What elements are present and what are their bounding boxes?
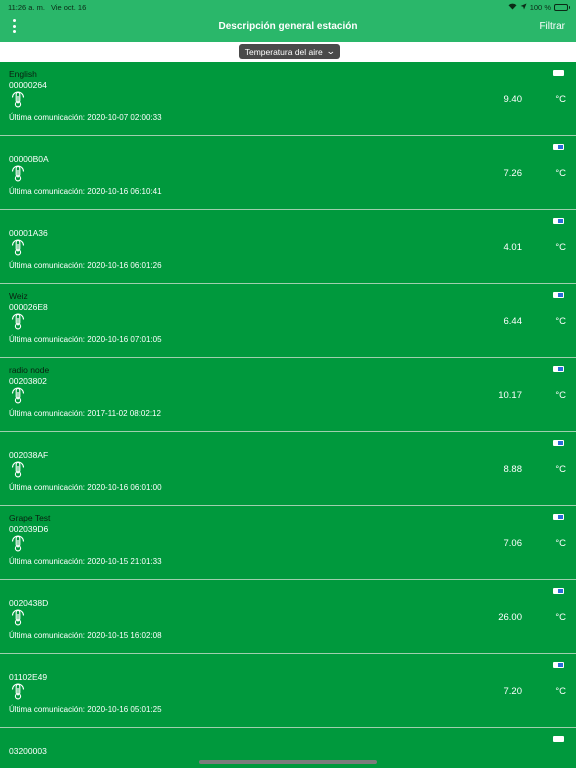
temperature-unit: °C xyxy=(555,168,566,179)
station-card[interactable]: Weiz 000026E8 Última comunicación: 2020-10… xyxy=(0,284,576,358)
battery-icon xyxy=(553,588,564,594)
temperature-unit: °C xyxy=(555,316,566,327)
battery-icon xyxy=(553,514,564,520)
temperature-sensor-icon xyxy=(10,681,26,700)
station-card[interactable]: Grape Test 002039D6 Última comunicación: 2… xyxy=(0,506,576,580)
temperature-value: 6.44 xyxy=(503,316,523,327)
temperature-unit: °C xyxy=(555,686,566,697)
last-communication: Última comunicación: 2020-10-07 02:00:33 xyxy=(9,113,162,122)
filter-button[interactable]: Filtrar xyxy=(539,21,565,32)
battery-icon xyxy=(553,662,564,668)
station-card[interactable]: 00001A36 Última comunicación: 2020-10-16 … xyxy=(0,210,576,284)
temperature-value: 7.20 xyxy=(503,686,523,697)
last-communication: Última comunicación: 2020-10-16 06:01:00 xyxy=(9,483,162,492)
temperature-value: 10.17 xyxy=(498,390,522,401)
navigation-bar: Descripción general estación Filtrar xyxy=(0,14,576,42)
status-time: 11:26 a. m. xyxy=(8,2,45,12)
sensor-type-dropdown[interactable]: Temperatura del aire ⌄ xyxy=(239,44,340,59)
home-indicator[interactable] xyxy=(199,760,377,764)
sensor-type-label: Temperatura del aire xyxy=(244,46,323,57)
temperature-value: 7.06 xyxy=(503,538,523,549)
wifi-icon xyxy=(508,3,517,12)
battery-icon xyxy=(553,736,564,742)
station-name: Weiz xyxy=(9,291,28,301)
temperature-value: 4.01 xyxy=(503,242,523,253)
battery-icon xyxy=(553,292,564,298)
temperature-sensor-icon xyxy=(10,89,26,108)
station-name: English xyxy=(9,69,37,79)
temperature-sensor-icon xyxy=(10,459,26,478)
temperature-unit: °C xyxy=(555,464,566,475)
station-card[interactable]: 01102E49 Última comunicación: 2020-10-16 … xyxy=(0,654,576,728)
station-card[interactable]: 00000B0A Última comunicación: 2020-10-16 … xyxy=(0,136,576,210)
temperature-sensor-icon xyxy=(10,163,26,182)
temperature-value: 7.26 xyxy=(503,168,523,179)
station-card[interactable]: 0020438D Última comunicación: 2020-10-15 … xyxy=(0,580,576,654)
last-communication: Última comunicación: 2020-10-16 05:01:25 xyxy=(9,705,162,714)
last-communication: Última comunicación: 2020-10-16 07:01:05 xyxy=(9,335,162,344)
battery-icon xyxy=(554,3,570,11)
station-list: English 00000264 Última comunicación: 2020… xyxy=(0,62,576,768)
sensor-selector-bar: Temperatura del aire ⌄ xyxy=(0,42,576,62)
last-communication: Última comunicación: 2017-11-02 08:02:12 xyxy=(9,409,161,418)
station-name: Grape Test xyxy=(9,513,51,523)
battery-percent: 100 % xyxy=(529,2,551,12)
last-communication: Última comunicación: 2020-10-16 06:10:41 xyxy=(9,187,162,196)
station-card[interactable]: 002038AF Última comunicación: 2020-10-16 … xyxy=(0,432,576,506)
temperature-value: 26.00 xyxy=(498,612,522,623)
temperature-unit: °C xyxy=(555,242,566,253)
battery-icon xyxy=(553,218,564,224)
battery-icon xyxy=(553,440,564,446)
temperature-unit: °C xyxy=(555,538,566,549)
last-communication: Última comunicación: 2020-10-15 16:02:08 xyxy=(9,631,162,640)
station-id: 03200003 xyxy=(9,746,47,756)
location-arrow-icon xyxy=(520,3,527,12)
temperature-sensor-icon xyxy=(10,385,26,404)
last-communication: Última comunicación: 2020-10-16 06:01:26 xyxy=(9,261,162,270)
temperature-sensor-icon xyxy=(10,607,26,626)
status-bar: 11:26 a. m. Vie oct. 16 100 % xyxy=(0,0,576,14)
station-card[interactable]: English 00000264 Última comunicación: 2020… xyxy=(0,62,576,136)
temperature-unit: °C xyxy=(555,612,566,623)
temperature-value: 8.88 xyxy=(503,464,523,475)
temperature-sensor-icon xyxy=(10,533,26,552)
temperature-value: 9.40 xyxy=(503,94,523,105)
temperature-unit: °C xyxy=(555,94,566,105)
last-communication: Última comunicación: 2020-10-15 21:01:33 xyxy=(9,557,162,566)
page-title: Descripción general estación xyxy=(218,21,358,32)
battery-icon xyxy=(553,366,564,372)
temperature-sensor-icon xyxy=(10,237,26,256)
chevron-down-icon: ⌄ xyxy=(325,46,336,56)
station-card[interactable]: radio node 00203802 Última comunicación: 2… xyxy=(0,358,576,432)
temperature-sensor-icon xyxy=(10,311,26,330)
battery-icon xyxy=(553,144,564,150)
temperature-unit: °C xyxy=(555,390,566,401)
battery-icon xyxy=(553,70,564,76)
status-date: Vie oct. 16 xyxy=(50,2,87,12)
station-name: radio node xyxy=(9,365,50,375)
